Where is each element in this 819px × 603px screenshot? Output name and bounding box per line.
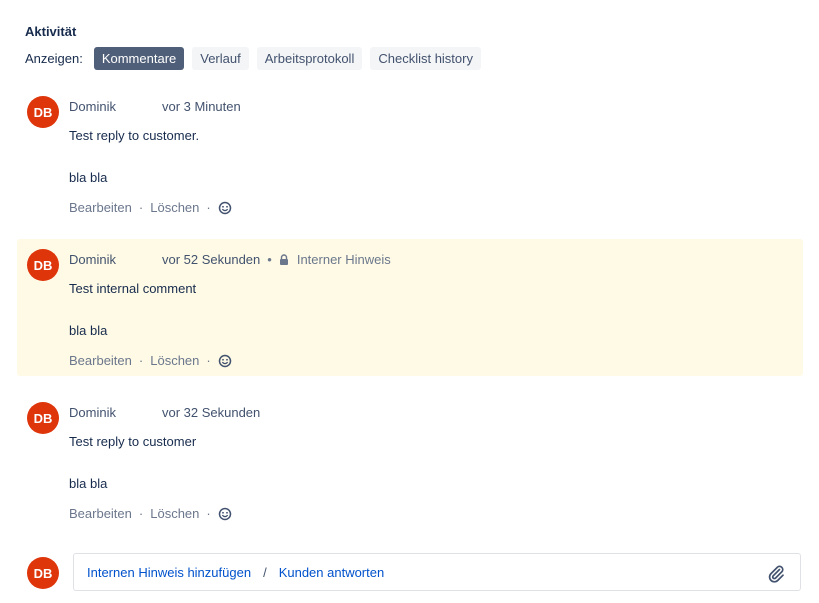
- comment-item: DB Dominik vor 3 Minuten Test reply to c…: [17, 90, 803, 225]
- tab-checklist-history[interactable]: Checklist history: [370, 47, 481, 70]
- tab-history[interactable]: Verlauf: [192, 47, 249, 70]
- edit-button[interactable]: Bearbeiten: [69, 200, 132, 215]
- separator-dot: ·: [138, 200, 144, 215]
- separator-dot: •: [267, 252, 272, 267]
- show-label: Anzeigen:: [25, 51, 83, 66]
- comment-line: bla bla: [69, 170, 108, 185]
- composer-avatar[interactable]: DB: [27, 557, 59, 589]
- comment-timestamp[interactable]: vor 3 Minuten: [162, 99, 241, 114]
- redacted-name: [120, 407, 158, 419]
- comment-body: Test internal comment bla bla: [69, 281, 196, 339]
- comment-author[interactable]: Dominik: [69, 405, 116, 420]
- comment-actions: Bearbeiten · Löschen ·: [69, 353, 232, 368]
- comment-timestamp[interactable]: vor 32 Sekunden: [162, 405, 260, 420]
- comment-author[interactable]: Dominik: [69, 252, 116, 267]
- avatar[interactable]: DB: [27, 96, 59, 128]
- comment-line: Test reply to customer.: [69, 128, 200, 143]
- edit-button[interactable]: Bearbeiten: [69, 353, 132, 368]
- composer-separator: /: [263, 564, 267, 580]
- redacted-name: [120, 101, 158, 113]
- add-internal-note-link[interactable]: Internen Hinweis hinzufügen: [87, 565, 251, 580]
- comment-actions: Bearbeiten · Löschen ·: [69, 506, 232, 521]
- comment-body: Test reply to customer. bla bla: [69, 128, 199, 186]
- comment-header: Dominik vor 32 Sekunden: [69, 405, 260, 420]
- separator-dot: ·: [206, 200, 211, 215]
- comment-actions: Bearbeiten · Löschen ·: [69, 200, 232, 215]
- comment-line: bla bla: [69, 323, 108, 338]
- comment-item: DB Dominik vor 32 Sekunden Test reply to…: [17, 396, 803, 531]
- comment-composer[interactable]: Internen Hinweis hinzufügen / Kunden ant…: [73, 553, 801, 591]
- redacted-name: [120, 254, 158, 266]
- delete-button[interactable]: Löschen: [150, 200, 199, 215]
- avatar[interactable]: DB: [27, 249, 59, 281]
- comment-header: Dominik vor 52 Sekunden • Interner Hinwe…: [69, 252, 391, 267]
- delete-button[interactable]: Löschen: [150, 506, 199, 521]
- avatar[interactable]: DB: [27, 402, 59, 434]
- separator-dot: ·: [206, 353, 211, 368]
- edit-button[interactable]: Bearbeiten: [69, 506, 132, 521]
- activity-title: Aktivität: [25, 24, 77, 39]
- separator-dot: ·: [206, 506, 211, 521]
- smiley-icon[interactable]: [218, 201, 232, 215]
- separator-dot: ·: [138, 506, 144, 521]
- comment-line: Test internal comment: [69, 281, 197, 296]
- paperclip-icon[interactable]: [766, 563, 786, 588]
- separator-dot: ·: [138, 353, 144, 368]
- comment-timestamp[interactable]: vor 52 Sekunden: [162, 252, 260, 267]
- comment-item-internal: DB Dominik vor 52 Sekunden • Interner Hi…: [17, 239, 803, 376]
- tab-worklog[interactable]: Arbeitsprotokoll: [256, 47, 363, 70]
- smiley-icon[interactable]: [218, 507, 232, 521]
- comment-header: Dominik vor 3 Minuten: [69, 99, 241, 114]
- comment-body: Test reply to customer bla bla: [69, 434, 196, 492]
- tab-comments[interactable]: Kommentare: [93, 47, 185, 70]
- comment-line: Test reply to customer: [69, 434, 197, 449]
- reply-customer-link[interactable]: Kunden antworten: [279, 565, 385, 580]
- comment-line: bla bla: [69, 476, 108, 491]
- internal-note-label: Interner Hinweis: [296, 252, 391, 267]
- smiley-icon[interactable]: [218, 354, 232, 368]
- activity-filter: Anzeigen: Kommentare Verlauf Arbeitsprot…: [25, 47, 489, 70]
- lock-icon: [279, 253, 289, 266]
- delete-button[interactable]: Löschen: [150, 353, 199, 368]
- comment-author[interactable]: Dominik: [69, 99, 116, 114]
